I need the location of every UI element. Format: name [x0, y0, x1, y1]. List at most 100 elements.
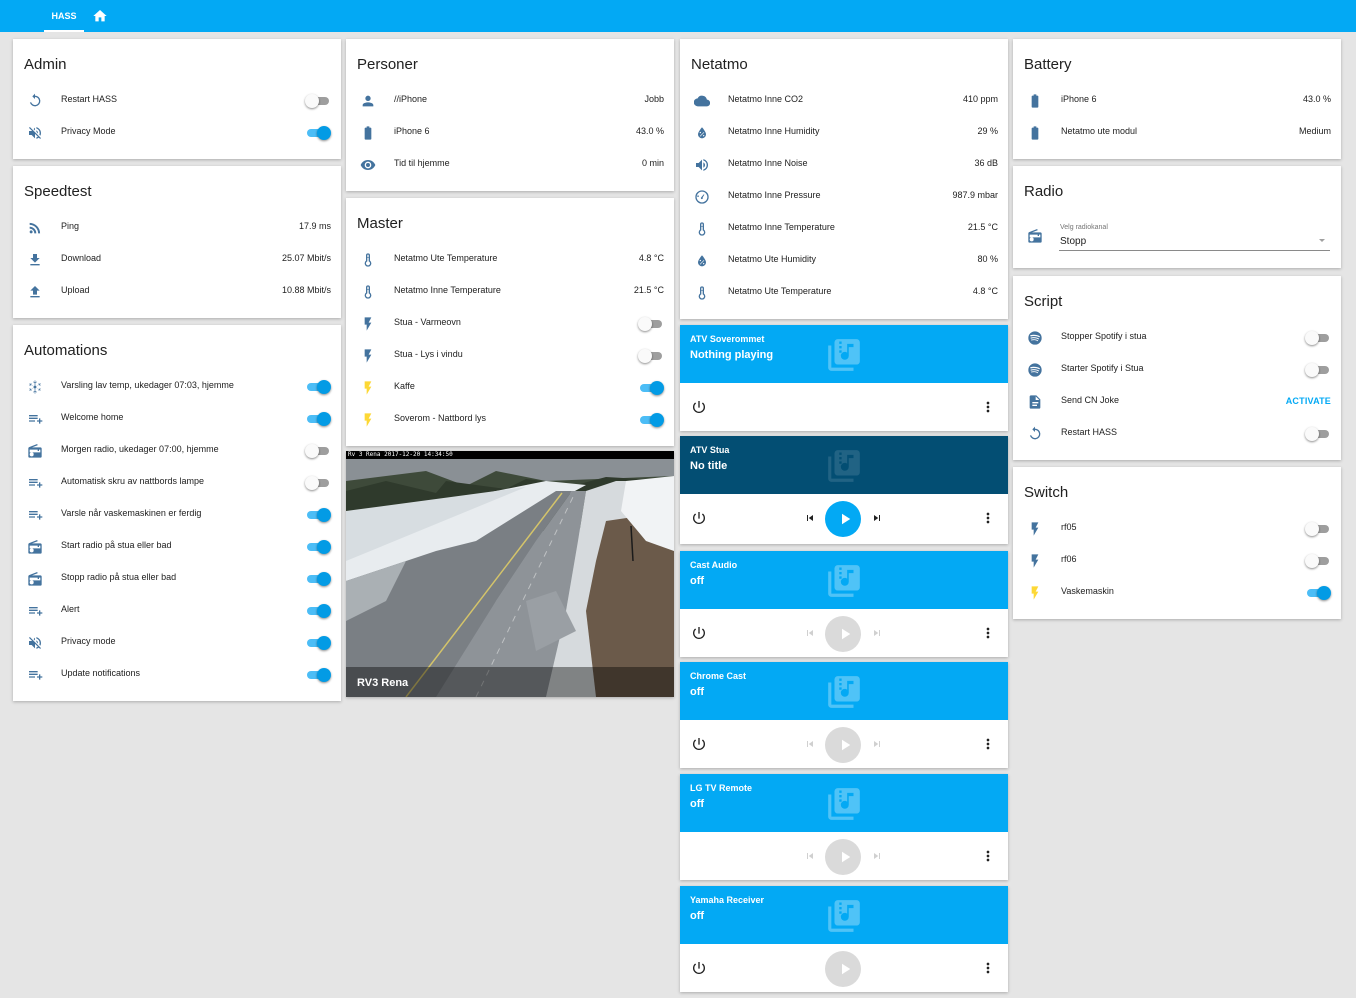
script-row-label: Restart HASS — [1061, 427, 1118, 437]
more-vert-icon[interactable] — [980, 510, 996, 526]
skip-previous-icon[interactable] — [804, 738, 816, 750]
toggle-switch[interactable] — [1305, 586, 1331, 600]
radio-select[interactable]: Stopp — [1060, 236, 1086, 247]
power-icon[interactable] — [691, 625, 707, 641]
automations-row[interactable]: Start radio på stua eller bad — [13, 531, 341, 563]
toggle-knob — [638, 349, 652, 363]
automations-row[interactable]: Varsle når vaskemaskinen er ferdig — [13, 499, 341, 531]
toggle-switch[interactable] — [305, 668, 331, 682]
netatmo-row-value: 987.9 mbar — [952, 190, 998, 200]
play-button[interactable] — [825, 727, 861, 763]
camera-timestamp: Rv 3 Rena 2017-12-20 14:34:50 — [346, 451, 674, 459]
toggle-switch[interactable] — [305, 636, 331, 650]
top-bar: HASS — [0, 0, 1356, 32]
master-row[interactable]: Soverom - Nattbord lys — [346, 404, 674, 436]
chevron-down-icon[interactable] — [1319, 239, 1325, 242]
switch-row[interactable]: rf05 — [1013, 513, 1341, 545]
toggle-switch[interactable] — [305, 126, 331, 140]
water-percent-icon — [698, 127, 706, 139]
home-icon[interactable] — [92, 8, 108, 24]
script-title: Script — [1024, 293, 1063, 310]
toggle-switch[interactable] — [638, 413, 664, 427]
power-icon[interactable] — [691, 510, 707, 526]
skip-next-icon[interactable] — [871, 850, 883, 862]
automations-row[interactable]: Alert — [13, 595, 341, 627]
skip-previous-icon[interactable] — [804, 627, 816, 639]
automations-row[interactable]: Varsling lav temp, ukedager 07:03, hjemm… — [13, 371, 341, 403]
admin-row[interactable]: Privacy Mode — [13, 117, 341, 149]
play-button[interactable] — [825, 501, 861, 537]
script-row[interactable]: Send CN Joke ACTIVATE — [1013, 386, 1341, 418]
script-row[interactable]: Restart HASS — [1013, 418, 1341, 450]
switch-row[interactable]: rf06 — [1013, 545, 1341, 577]
skip-next-icon[interactable] — [871, 512, 883, 524]
skip-previous-icon[interactable] — [804, 850, 816, 862]
toggle-switch[interactable] — [305, 508, 331, 522]
play-icon — [842, 513, 851, 525]
toggle-switch[interactable] — [638, 381, 664, 395]
toggle-switch[interactable] — [1305, 554, 1331, 568]
toggle-switch[interactable] — [638, 349, 664, 363]
toggle-switch[interactable] — [305, 572, 331, 586]
toggle-switch[interactable] — [305, 444, 331, 458]
music-box-icon — [828, 900, 860, 932]
skip-previous-icon[interactable] — [804, 512, 816, 524]
more-vert-icon[interactable] — [980, 848, 996, 864]
play-button[interactable] — [825, 839, 861, 875]
playlist-icon — [29, 511, 43, 520]
toggle-switch[interactable] — [305, 380, 331, 394]
play-button[interactable] — [825, 951, 861, 987]
power-icon[interactable] — [691, 399, 707, 415]
toggle-knob — [317, 572, 331, 586]
toggle-switch[interactable] — [1305, 363, 1331, 377]
script-row[interactable]: Starter Spotify i Stua — [1013, 354, 1341, 386]
master-row[interactable]: Kaffe — [346, 372, 674, 404]
toggle-switch[interactable] — [1305, 331, 1331, 345]
netatmo-row-label: Netatmo Inne Humidity — [728, 126, 820, 136]
netatmo-row-label: Netatmo Inne Temperature — [728, 222, 835, 232]
more-vert-icon[interactable] — [980, 960, 996, 976]
netatmo-row: Netatmo Inne Humidity 29 % — [680, 117, 1008, 149]
toggle-switch[interactable] — [305, 540, 331, 554]
more-vert-icon[interactable] — [980, 399, 996, 415]
snowflake-icon — [29, 380, 41, 394]
battery-icon — [364, 126, 372, 140]
speedtest-row: Download 25.07 Mbit/s — [13, 244, 341, 276]
toggle-switch[interactable] — [305, 412, 331, 426]
script-row[interactable]: Stopper Spotify i stua — [1013, 322, 1341, 354]
activate-button[interactable]: ACTIVATE — [1286, 396, 1331, 406]
power-icon[interactable] — [691, 736, 707, 752]
skip-next-icon[interactable] — [871, 738, 883, 750]
toggle-switch[interactable] — [305, 94, 331, 108]
power-icon[interactable] — [691, 960, 707, 976]
admin-row[interactable]: Restart HASS — [13, 85, 341, 117]
toggle-switch[interactable] — [305, 476, 331, 490]
automations-row[interactable]: Automatisk skru av nattbords lampe — [13, 467, 341, 499]
toggle-switch[interactable] — [638, 317, 664, 331]
toggle-switch[interactable] — [305, 604, 331, 618]
restart-icon — [29, 93, 41, 107]
personer-row: //iPhone Jobb — [346, 85, 674, 117]
camera-card[interactable]: Rv 3 Rena 2017-12-20 14:34:50 RV3 Rena — [346, 451, 674, 697]
tab-hass[interactable]: HASS — [44, 0, 84, 32]
toggle-knob — [650, 381, 664, 395]
automations-row[interactable]: Morgen radio, ukedager 07:00, hjemme — [13, 435, 341, 467]
automations-row[interactable]: Stopp radio på stua eller bad — [13, 563, 341, 595]
master-row[interactable]: Stua - Lys i vindu — [346, 340, 674, 372]
play-button[interactable] — [825, 616, 861, 652]
automations-row[interactable]: Update notifications — [13, 659, 341, 691]
water-percent-icon — [698, 255, 706, 267]
more-vert-icon[interactable] — [980, 736, 996, 752]
switch-row[interactable]: Vaskemaskin — [1013, 577, 1341, 609]
speedtest-row-value: 17.9 ms — [298, 221, 331, 231]
automations-row-label: Privacy mode — [61, 636, 116, 646]
toggle-switch[interactable] — [1305, 427, 1331, 441]
toggle-switch[interactable] — [1305, 522, 1331, 536]
master-row-label: Stua - Lys i vindu — [394, 349, 463, 359]
automations-row[interactable]: Privacy mode — [13, 627, 341, 659]
more-vert-icon[interactable] — [980, 625, 996, 641]
automations-row[interactable]: Welcome home — [13, 403, 341, 435]
master-row[interactable]: Stua - Varmeovn — [346, 308, 674, 340]
playlist-icon — [29, 671, 43, 680]
skip-next-icon[interactable] — [871, 627, 883, 639]
